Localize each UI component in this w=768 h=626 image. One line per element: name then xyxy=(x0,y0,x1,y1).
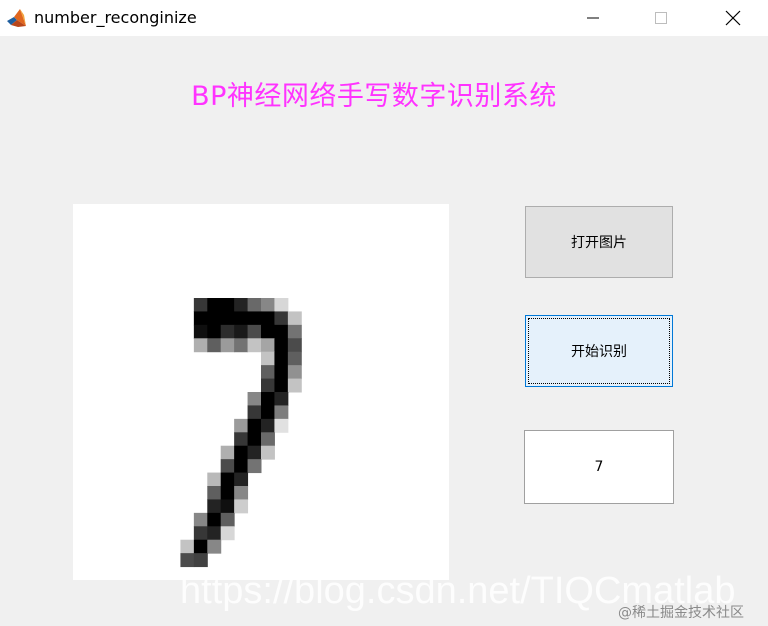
digit-pixel xyxy=(261,418,275,433)
digit-pixel xyxy=(234,499,249,514)
digit-pixel xyxy=(274,298,289,312)
digit-pixel xyxy=(274,338,289,353)
digit-pixel xyxy=(247,324,262,339)
digit-pixel xyxy=(207,539,222,554)
digit-pixel xyxy=(274,311,289,326)
digit-pixel xyxy=(193,539,208,554)
digit-pixel xyxy=(220,445,235,460)
digit-pixel xyxy=(261,338,275,353)
digit-pixel xyxy=(247,432,262,447)
digit-pixel xyxy=(274,365,289,380)
digit-pixel xyxy=(234,311,249,326)
digit-pixel xyxy=(247,392,262,406)
community-watermark: @稀土掘金技术社区 xyxy=(618,605,744,621)
maximize-button[interactable] xyxy=(638,0,684,36)
digit-pixel xyxy=(261,351,275,366)
digit-pixel xyxy=(234,459,249,474)
recognition-result-value: 7 xyxy=(594,459,604,475)
digit-pixel xyxy=(247,298,262,312)
digit-pixel xyxy=(234,472,249,487)
digit-pixel xyxy=(247,405,262,420)
recognition-result-field: 7 xyxy=(524,430,674,504)
digit-pixel xyxy=(287,338,302,353)
minimize-icon xyxy=(587,17,599,19)
digit-pixel xyxy=(274,324,289,339)
digit-pixel xyxy=(261,324,275,339)
digit-pixel xyxy=(247,418,262,433)
digit-pixel xyxy=(261,365,275,380)
digit-pixel xyxy=(261,298,275,312)
start-recognition-label: 开始识别 xyxy=(571,344,627,360)
digit-pixel xyxy=(220,459,235,474)
digit-pixel xyxy=(234,418,249,433)
digit-pixel xyxy=(193,512,208,527)
digit-pixel xyxy=(180,539,195,554)
digit-image xyxy=(180,298,302,568)
digit-pixel xyxy=(261,432,275,447)
digit-pixel xyxy=(207,499,222,514)
digit-pixel xyxy=(274,418,289,433)
minimize-button[interactable] xyxy=(570,0,616,36)
close-icon xyxy=(725,10,741,26)
digit-pixel xyxy=(261,311,275,326)
digit-image-panel xyxy=(73,204,449,580)
app-window: number_reconginize BP神经网络手写数字识别系统 打开图片 开… xyxy=(0,0,768,626)
digit-pixel xyxy=(207,311,222,326)
digit-pixel xyxy=(180,553,195,568)
start-recognition-button[interactable]: 开始识别 xyxy=(525,315,673,387)
digit-pixel xyxy=(274,378,289,393)
digit-pixel xyxy=(287,378,302,393)
digit-pixel xyxy=(274,405,289,420)
digit-pixel xyxy=(207,486,222,500)
digit-pixel xyxy=(287,324,302,339)
digit-pixel xyxy=(220,526,235,541)
page-title: BP神经网络手写数字识别系统 xyxy=(191,81,557,112)
digit-pixel xyxy=(234,338,249,353)
close-button[interactable] xyxy=(710,0,756,36)
digit-pixel xyxy=(193,338,208,353)
digit-pixel xyxy=(234,298,249,312)
digit-pixel xyxy=(207,298,222,312)
digit-pixel xyxy=(234,432,249,447)
digit-pixel xyxy=(274,351,289,366)
digit-pixel xyxy=(207,338,222,353)
digit-pixel xyxy=(207,472,222,487)
digit-pixel xyxy=(220,311,235,326)
digit-pixel xyxy=(247,445,262,460)
digit-pixel xyxy=(261,378,275,393)
digit-pixel xyxy=(220,472,235,487)
digit-pixel xyxy=(274,392,289,406)
digit-pixel xyxy=(193,526,208,541)
digit-pixel xyxy=(193,311,208,326)
digit-pixel xyxy=(261,405,275,420)
digit-pixel xyxy=(207,512,222,527)
digit-pixel xyxy=(247,338,262,353)
digit-pixel xyxy=(220,486,235,500)
digit-pixel xyxy=(247,459,262,474)
digit-pixel xyxy=(220,338,235,353)
digit-pixel xyxy=(220,324,235,339)
digit-pixel xyxy=(193,298,208,312)
digit-pixel xyxy=(287,311,302,326)
digit-pixel xyxy=(193,553,208,568)
digit-pixel xyxy=(193,324,208,339)
window-title: number_reconginize xyxy=(34,8,197,27)
maximize-icon xyxy=(655,12,667,24)
digit-pixel xyxy=(220,298,235,312)
digit-pixel xyxy=(287,351,302,366)
digit-pixel xyxy=(261,445,275,460)
digit-pixel xyxy=(261,392,275,406)
matlab-logo-icon xyxy=(7,9,26,27)
open-image-button[interactable]: 打开图片 xyxy=(525,206,673,278)
digit-pixel xyxy=(234,486,249,500)
digit-pixel xyxy=(234,445,249,460)
title-bar[interactable]: number_reconginize xyxy=(0,0,768,36)
digit-pixel xyxy=(220,499,235,514)
digit-pixel xyxy=(234,324,249,339)
digit-pixel xyxy=(287,365,302,380)
digit-pixel xyxy=(220,512,235,527)
digit-pixel xyxy=(247,311,262,326)
digit-pixel xyxy=(207,526,222,541)
digit-pixel xyxy=(207,324,222,339)
